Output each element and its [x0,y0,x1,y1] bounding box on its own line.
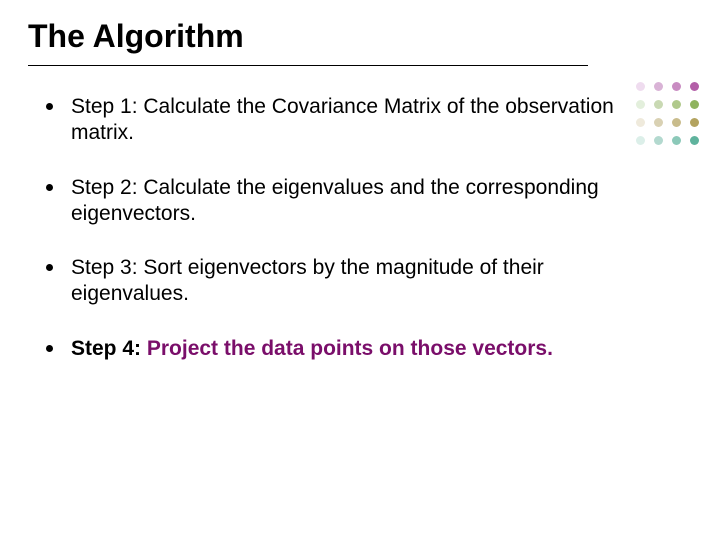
bullet-text: Step 2: Calculate the eigenvalues and th… [71,175,640,228]
content-area: Step 1: Calculate the Covariance Matrix … [0,66,720,362]
decor-dot [690,136,699,145]
decor-dot [690,118,699,127]
decor-dot [672,100,681,109]
bullet-text: Step 4: Project the data points on those… [71,336,553,362]
decor-dot [636,82,645,91]
decorative-dot-grid [636,82,704,150]
decor-dot [654,136,663,145]
step-highlight: Project the data points on those vectors… [147,337,553,360]
bullet-text: Step 3: Sort eigenvectors by the magnitu… [71,255,640,308]
decor-dot [690,100,699,109]
decor-dot [690,82,699,91]
step-body: Calculate the Covariance Matrix of the o… [71,95,614,144]
decor-dot [636,100,645,109]
step-prefix: Step 4: [71,337,147,360]
title-block: The Algorithm [0,0,720,61]
step-body: Calculate the eigenvalues and the corres… [71,176,599,225]
step-prefix: Step 2: [71,176,143,199]
decor-dot [654,118,663,127]
bullet-icon [46,345,53,352]
decor-dot [672,118,681,127]
slide: The Algorithm Step 1: Calculate the Cova… [0,0,720,540]
step-prefix: Step 1: [71,95,143,118]
bullet-icon [46,264,53,271]
decor-dot [672,136,681,145]
bullet-text: Step 1: Calculate the Covariance Matrix … [71,94,640,147]
list-item: Step 2: Calculate the eigenvalues and th… [46,175,640,228]
list-item: Step 3: Sort eigenvectors by the magnitu… [46,255,640,308]
step-prefix: Step 3: [71,256,143,279]
slide-title: The Algorithm [28,18,720,55]
decor-dot [654,82,663,91]
list-item: Step 1: Calculate the Covariance Matrix … [46,94,640,147]
list-item: Step 4: Project the data points on those… [46,336,640,362]
decor-dot [654,100,663,109]
decor-dot [636,118,645,127]
bullet-icon [46,184,53,191]
decor-dot [636,136,645,145]
decor-dot [672,82,681,91]
bullet-icon [46,103,53,110]
